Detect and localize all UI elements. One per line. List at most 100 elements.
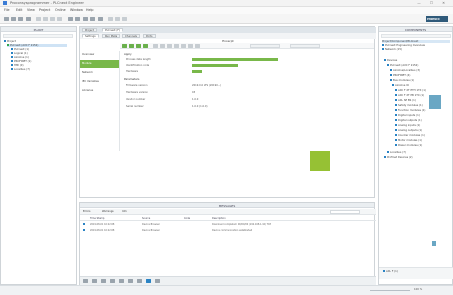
component-power[interactable]: Power modules (1) <box>395 144 422 147</box>
menu-project[interactable]: Project <box>39 8 50 12</box>
subtab-run-meta[interactable]: Run Meta <box>102 34 121 38</box>
col-code[interactable]: Code <box>184 217 190 220</box>
subtab-channels[interactable]: Channels <box>122 34 140 38</box>
nav-network[interactable]: Network <box>80 69 119 77</box>
tree-item-logical[interactable]: Logical (1) <box>11 52 28 55</box>
subtab-settings[interactable]: Settings <box>82 34 99 38</box>
component-safety[interactable]: Safety modules (1) <box>395 104 423 107</box>
component-ai[interactable]: Analog inputs (1) <box>395 124 420 127</box>
bottom-tool-2[interactable] <box>92 279 97 283</box>
component-overview[interactable]: PLCnext Engineering Overview <box>382 44 425 47</box>
nav-libraries[interactable]: Libraries <box>80 87 119 95</box>
component-ao[interactable]: Analog outputs (1) <box>395 129 422 132</box>
build-icon[interactable] <box>98 17 103 21</box>
component-bus[interactable]: Bus modules (1) <box>390 79 414 82</box>
bottom-tool-3[interactable] <box>101 279 106 283</box>
filter-warnings[interactable]: Warnings <box>102 210 114 213</box>
bottom-tool-active[interactable] <box>146 279 151 283</box>
component-profinet-devices[interactable]: Profinet Devices (2) <box>384 156 413 159</box>
green-btn-4[interactable] <box>143 44 148 48</box>
component-do[interactable]: Digital outputs (1) <box>395 119 422 122</box>
tool-icon-4[interactable] <box>174 44 179 48</box>
nav-overview[interactable]: Overview <box>80 51 119 59</box>
green-btn-3[interactable] <box>136 44 141 48</box>
tree-item-hmi[interactable]: HMI (0) <box>11 64 23 67</box>
tab-project[interactable]: Project <box>82 28 97 32</box>
menu-file[interactable]: File <box>4 8 10 12</box>
debug-icon[interactable] <box>122 17 127 21</box>
nav-module[interactable]: Module <box>80 60 119 68</box>
col-description[interactable]: Description <box>212 217 226 220</box>
paste-icon[interactable] <box>50 17 55 21</box>
component-localbus[interactable]: Localbus (7) <box>387 151 406 154</box>
component-pb[interactable]: AXC F XT PB 1TX (1) <box>395 94 424 97</box>
undo-icon[interactable] <box>68 17 73 21</box>
copy-icon[interactable] <box>43 17 48 21</box>
menu-edit[interactable]: Edit <box>16 8 22 12</box>
tree-item-localbus[interactable]: Localbus (7) <box>11 68 30 71</box>
component-profinet[interactable]: PROFINET (4) <box>390 74 410 77</box>
green-btn-2[interactable] <box>129 44 134 48</box>
filter-errors[interactable]: Errors <box>83 210 90 213</box>
redo-icon[interactable] <box>75 17 80 21</box>
menu-online[interactable]: Online <box>55 8 66 12</box>
components-search-input[interactable] <box>381 34 451 38</box>
field-bar-ident[interactable] <box>192 64 238 67</box>
cut-icon[interactable] <box>36 17 41 21</box>
component-counter[interactable]: Counter modules (1) <box>395 134 425 137</box>
tool-icon-7[interactable] <box>195 44 200 48</box>
component-devices[interactable]: Devices <box>384 59 397 62</box>
tree-item-plcnext[interactable]: PLCnext (AXC F 2152) <box>7 44 67 47</box>
component-footer-item[interactable]: AXL F (1) <box>383 270 398 273</box>
menu-window[interactable]: Window <box>70 8 83 12</box>
component-breadcrumb[interactable]: Project/Component/PLCnext <box>382 40 450 43</box>
component-axioline-io[interactable]: Axioline IO <box>392 84 409 87</box>
col-source[interactable]: Source <box>142 217 150 220</box>
bottom-tool-5[interactable] <box>119 279 124 283</box>
bottom-tool-6[interactable] <box>128 279 133 283</box>
download-icon[interactable] <box>115 17 120 21</box>
tree-item-axioline[interactable]: Axioline (1) <box>11 56 29 59</box>
tree-item-project[interactable]: Project <box>4 40 16 43</box>
nav-iec-variables[interactable]: IEC Variables <box>80 78 119 86</box>
tool-icon-6[interactable] <box>188 44 193 48</box>
subtab-ports[interactable]: Ports <box>143 34 156 38</box>
zoom-slider[interactable] <box>370 290 410 291</box>
component-function[interactable]: Function modules (1) <box>395 109 425 112</box>
table-row[interactable]: 2019-08-01 10:22:08 Device Browser Downl… <box>80 222 376 227</box>
find-icon[interactable] <box>83 17 88 21</box>
tree-item-profinet[interactable]: PROFINET (1) <box>11 60 31 63</box>
open-icon[interactable] <box>11 17 16 21</box>
field-bar-hardware[interactable] <box>192 70 202 73</box>
table-row[interactable]: 2019-08-01 10:22:08 Device Browser Devic… <box>80 228 376 233</box>
connect-icon[interactable] <box>108 17 113 21</box>
component-plcnext[interactable]: PLCnext (AXC F 2152) <box>387 64 418 67</box>
bottom-tool-1[interactable] <box>83 279 88 283</box>
editor-filter-input[interactable] <box>290 44 320 48</box>
component-axioline[interactable]: Axioline/Localbus (3) <box>390 69 420 72</box>
messages-search-input[interactable] <box>330 210 360 214</box>
field-bar-process[interactable] <box>192 58 278 61</box>
save-icon[interactable] <box>18 17 23 21</box>
tree-item-plcnext-1[interactable]: PLCnext (1) <box>11 48 29 51</box>
editor-search-input[interactable] <box>250 44 280 48</box>
component-se[interactable]: AXL SE BS (1) <box>395 99 416 102</box>
menu-view[interactable]: View <box>27 8 35 12</box>
window-controls[interactable]: — ☐ ✕ <box>417 1 449 5</box>
component-di[interactable]: Digital inputs (1) <box>395 114 420 117</box>
tool-icon-3[interactable] <box>167 44 172 48</box>
component-network[interactable]: Network (15) <box>382 48 402 51</box>
green-btn-1[interactable] <box>122 44 127 48</box>
col-time[interactable]: Time Stamp <box>90 217 104 220</box>
bottom-tool-4[interactable] <box>110 279 115 283</box>
delete-icon[interactable] <box>57 17 62 21</box>
component-motor[interactable]: Motor modules (1) <box>395 139 422 142</box>
new-icon[interactable] <box>4 17 9 21</box>
filter-info[interactable]: Info <box>122 210 127 213</box>
save-all-icon[interactable] <box>26 17 31 21</box>
tool-icon-5[interactable] <box>181 44 186 48</box>
tab-plcnext[interactable]: PLCnext (F) <box>102 28 123 32</box>
tool-icon-1[interactable] <box>153 44 158 48</box>
menu-help[interactable]: Help <box>86 8 94 12</box>
replace-icon[interactable] <box>90 17 95 21</box>
